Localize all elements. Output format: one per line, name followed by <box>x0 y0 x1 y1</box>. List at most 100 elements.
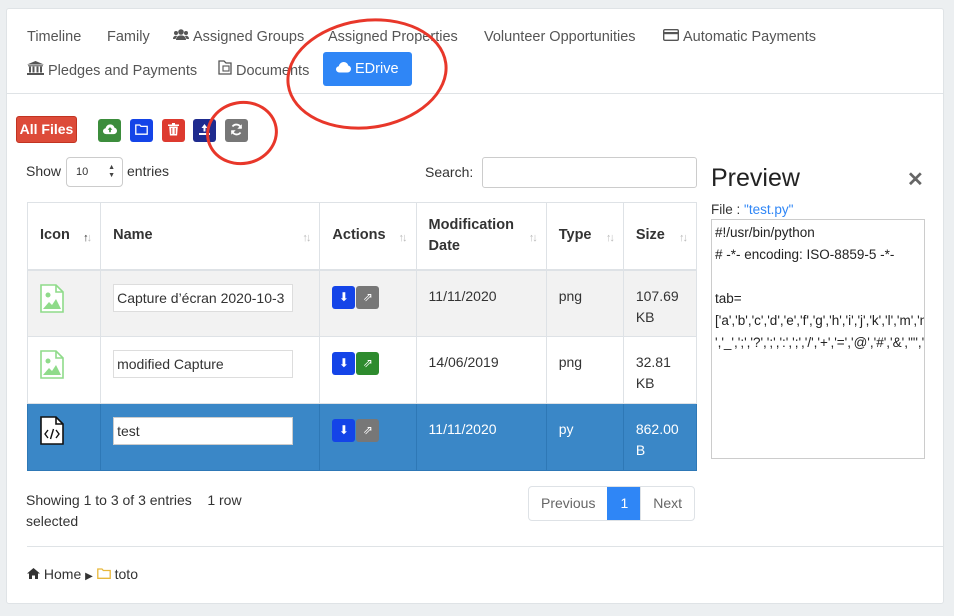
tabs-divider <box>7 93 943 94</box>
search-input[interactable] <box>482 157 697 188</box>
share-icon: ⇗ <box>362 356 373 370</box>
date-cell: 11/11/2020 <box>415 269 547 337</box>
select-arrows-icon: ▲ ▼ <box>108 164 115 179</box>
download-icon: ⬇ <box>338 423 349 437</box>
breadcrumb: Home ▶ toto <box>27 566 138 582</box>
column-label: Modification Date <box>428 216 514 254</box>
cloud-upload-icon <box>102 123 117 138</box>
close-icon[interactable]: ✕ <box>907 167 924 192</box>
page-1-button[interactable]: 1 <box>607 487 641 520</box>
sort-icon: ↑↓ <box>679 231 688 244</box>
table-row[interactable]: Capture d’écran 2020-10-3 ⬇ ⇗ 11/11/2020 … <box>26 269 698 337</box>
tab-label: Documents <box>236 63 310 79</box>
download-button[interactable]: ⬇ <box>332 352 356 375</box>
table-row[interactable]: modified Capture ⬇ ⇗ 14/06/2019 png 32.81… <box>26 336 698 404</box>
actions-cell: ⬇ ⇗ <box>319 336 417 404</box>
tab-label: Volunteer Opportunities <box>484 29 636 45</box>
page-length-select[interactable]: 10 ▲ ▼ <box>66 157 123 187</box>
file-name-input[interactable]: modified Capture <box>113 350 294 378</box>
move-button[interactable] <box>193 119 216 142</box>
image-file-icon <box>40 283 64 316</box>
sort-icon: ↑↓ <box>528 231 538 244</box>
new-folder-button[interactable] <box>130 119 153 142</box>
size-cell: 107.69 KB <box>622 269 698 337</box>
column-label: Actions <box>332 227 386 244</box>
folder-icon <box>96 566 111 582</box>
search-label: Search: <box>425 164 474 180</box>
tab-documents[interactable]: Documents <box>218 58 309 88</box>
column-header-size[interactable]: Size ↑↓ <box>622 202 698 271</box>
type-cell: png <box>545 269 624 337</box>
users-icon <box>173 24 189 50</box>
delete-button[interactable] <box>162 119 185 142</box>
tab-label: Family <box>107 29 150 45</box>
sort-asc-icon: ↑↓ <box>83 231 92 244</box>
breadcrumb-home[interactable]: Home <box>44 566 81 582</box>
showing-entries-text: Showing 1 to 3 of 3 entries <box>26 492 192 508</box>
tab-assigned-properties[interactable]: Assigned Properties <box>328 24 458 54</box>
download-icon: ⬇ <box>338 289 349 304</box>
share-button[interactable]: ⇗ <box>356 419 380 442</box>
icon-cell <box>26 269 102 337</box>
column-label: Icon <box>40 227 70 244</box>
actions-cell: ⬇ ⇗ <box>319 403 417 471</box>
download-button[interactable]: ⬇ <box>332 285 356 309</box>
column-header-type[interactable]: Type ↑↓ <box>545 202 624 271</box>
file-name-input[interactable]: Capture d’écran 2020-10-3 <box>113 283 294 312</box>
tab-label: Pledges and Payments <box>48 63 198 79</box>
share-button[interactable]: ⇗ <box>356 285 380 309</box>
footer-divider <box>27 546 943 547</box>
column-header-icon[interactable]: Icon ↑↓ <box>26 202 102 271</box>
name-cell: Capture d’écran 2020-10-3 <box>100 269 321 337</box>
tab-edrive[interactable]: EDrive <box>323 52 412 86</box>
show-label: Show <box>26 163 62 179</box>
column-label: Size <box>635 227 665 244</box>
table-row-selected[interactable]: test ⬇ ⇗ 11/11/2020 py 862.00 B <box>26 403 698 471</box>
upload-button[interactable] <box>98 119 121 142</box>
file-name-input[interactable]: test <box>113 417 294 445</box>
tab-pledges-and-payments[interactable]: Pledges and Payments <box>27 58 197 88</box>
tab-label: Assigned Groups <box>193 29 305 45</box>
sort-icon: ↑↓ <box>605 231 615 244</box>
column-label: Name <box>113 227 153 244</box>
icon-cell <box>26 336 102 404</box>
type-cell: png <box>545 336 624 404</box>
download-icon: ⬇ <box>338 356 349 370</box>
breadcrumb-folder[interactable]: toto <box>115 566 138 582</box>
download-button[interactable]: ⬇ <box>332 419 356 442</box>
name-cell: test <box>100 403 321 471</box>
code-file-icon <box>40 416 64 448</box>
next-page-button[interactable]: Next <box>640 487 694 520</box>
pagination: Previous 1 Next <box>528 486 696 521</box>
tab-label: Assigned Properties <box>328 29 458 45</box>
refresh-button[interactable] <box>225 119 248 142</box>
refresh-icon <box>230 123 243 139</box>
tab-label: EDrive <box>355 61 399 77</box>
tab-automatic-payments[interactable]: Automatic Payments <box>662 24 816 54</box>
column-header-modification-date[interactable]: Modification Date ↑↓ <box>415 202 547 271</box>
date-cell: 14/06/2019 <box>415 336 547 404</box>
previous-page-button[interactable]: Previous <box>529 487 607 520</box>
table-info: Showing 1 to 3 of 3 entries 1 row select… <box>26 490 266 532</box>
name-cell: modified Capture <box>100 336 321 404</box>
edrive-card: Timeline Family Assigned Groups Assigned… <box>6 8 944 604</box>
folder-icon <box>135 123 148 138</box>
column-header-actions[interactable]: Actions ↑↓ <box>319 202 417 271</box>
tab-volunteer-opportunities[interactable]: Volunteer Opportunities <box>484 24 636 54</box>
tab-family[interactable]: Family <box>107 24 150 54</box>
tab-timeline[interactable]: Timeline <box>27 24 81 54</box>
caret-right-icon: ▶ <box>85 571 93 582</box>
file-label: File : <box>711 202 741 217</box>
size-cell: 32.81 KB <box>622 336 698 404</box>
column-header-name[interactable]: Name ↑↓ <box>100 202 321 271</box>
file-name-link[interactable]: "test.py" <box>744 202 793 217</box>
preview-content[interactable]: #!/usr/bin/python # -*- encoding: ISO-88… <box>711 219 925 459</box>
files-table: Icon ↑↓ Name ↑↓ Actions ↑↓ Modification Dat… <box>26 202 698 471</box>
all-files-button[interactable]: All Files <box>16 116 77 143</box>
share-icon: ⇗ <box>362 289 373 304</box>
column-label: Type <box>558 227 592 244</box>
size-cell: 862.00 B <box>622 403 698 471</box>
tab-assigned-groups[interactable]: Assigned Groups <box>173 24 304 54</box>
share-button[interactable]: ⇗ <box>356 352 380 375</box>
move-icon <box>199 123 210 138</box>
